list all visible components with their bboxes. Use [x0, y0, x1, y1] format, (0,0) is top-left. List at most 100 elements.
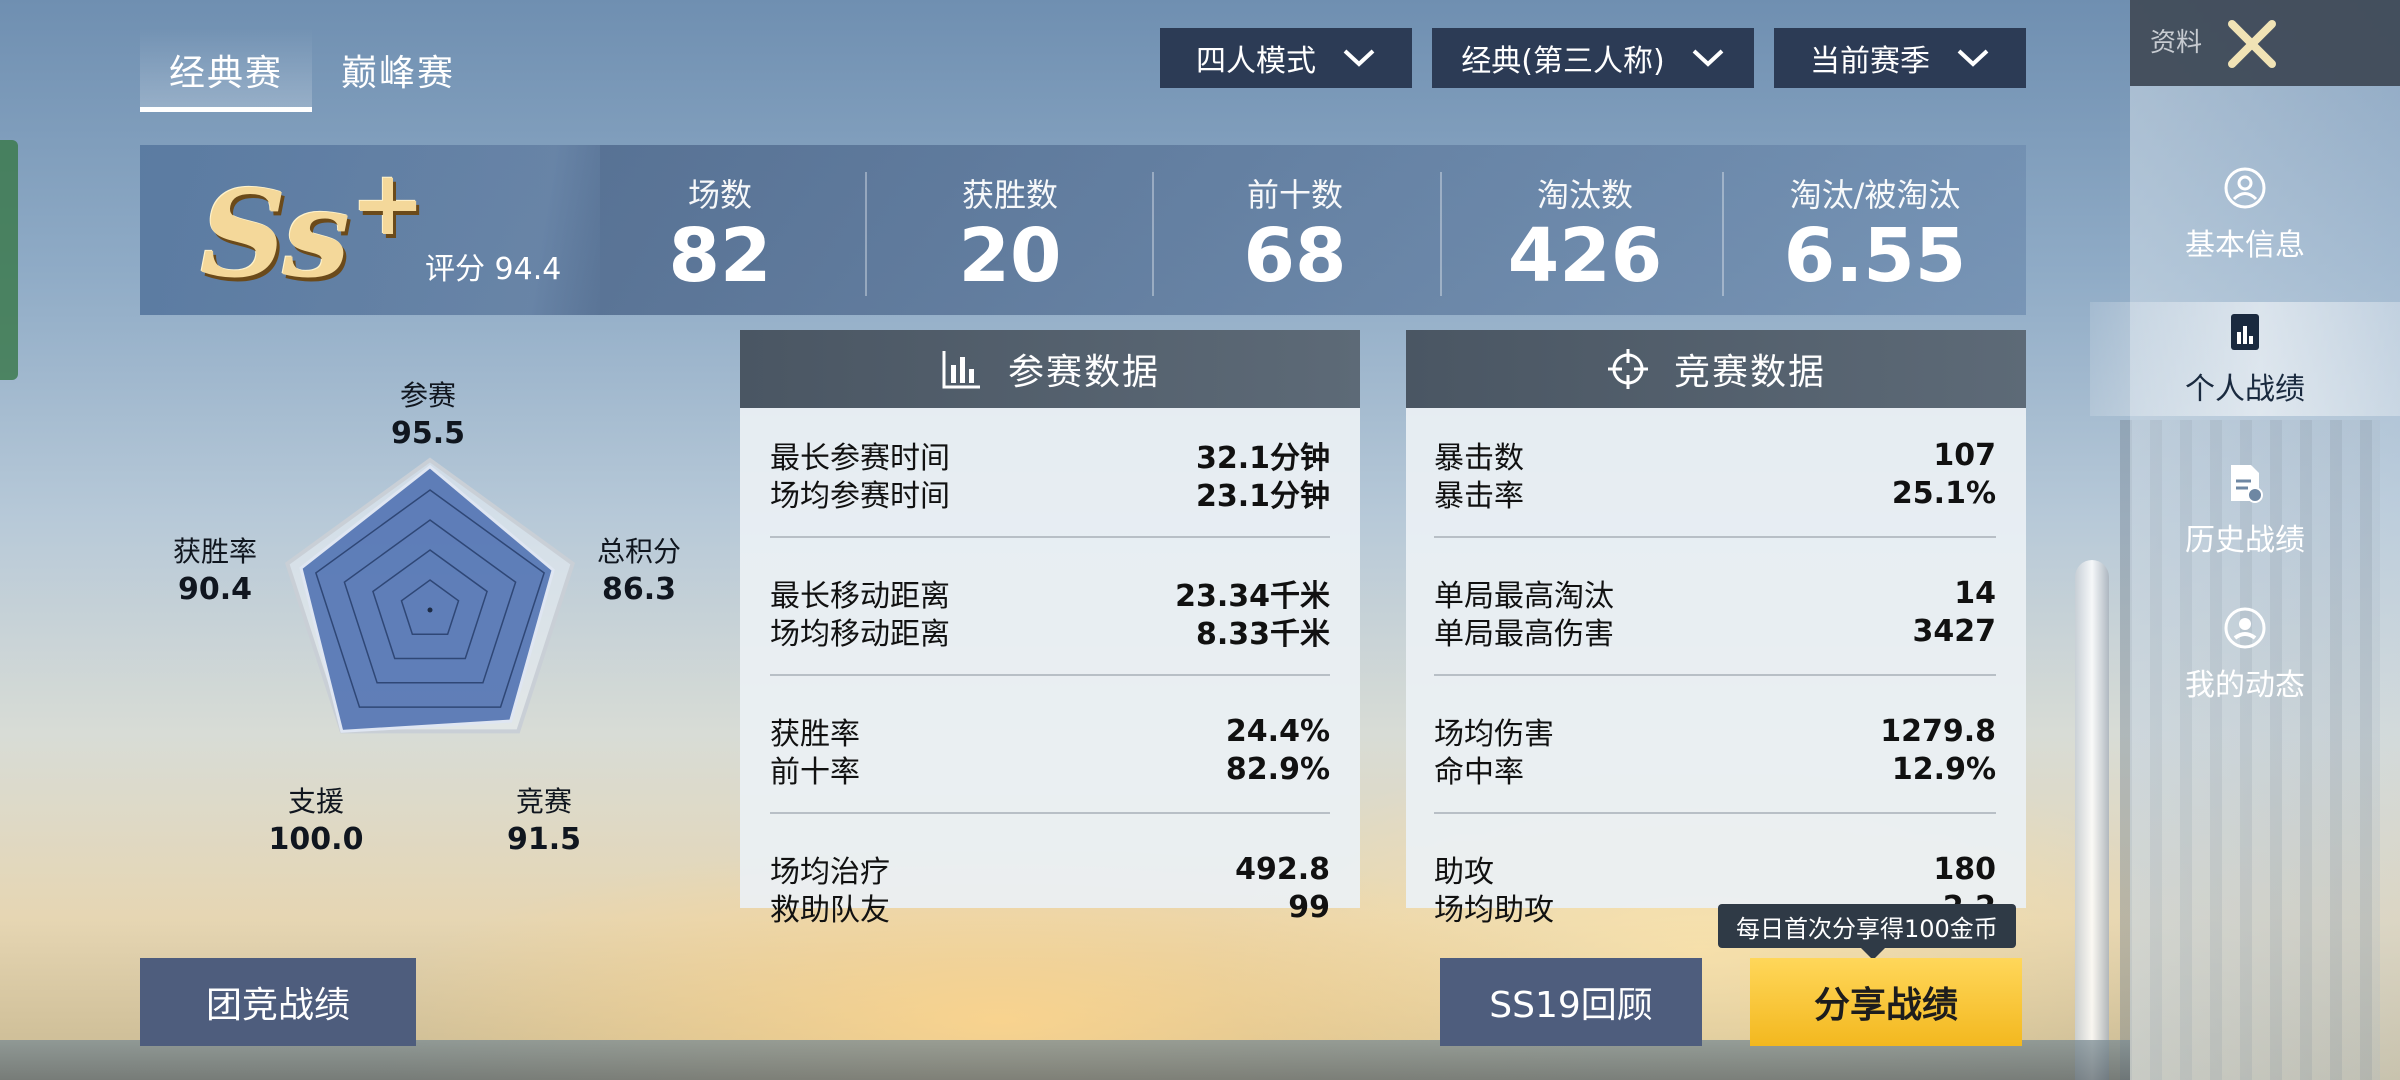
stat-label: 前十数 [1246, 176, 1343, 214]
team-stats-label: 团竞战绩 [205, 985, 350, 1026]
data-row: 单局最高淘汰 14 [1434, 574, 1996, 615]
side-item-activity[interactable]: 我的动态 [2090, 600, 2400, 710]
stat-value: 6.55 [1783, 213, 1967, 299]
participation-title: 参赛数据 [1007, 352, 1160, 393]
tab-peak[interactable]: 巅峰赛 [312, 28, 484, 112]
team-stats-button[interactable]: 团竞战绩 [140, 958, 416, 1046]
perspective-dropdown[interactable]: 经典(第三人称) [1432, 28, 1754, 88]
side-item-label: 基本信息 [2185, 228, 2305, 263]
row-label: 前十率 [770, 755, 860, 790]
data-row: 救助队友 99 [770, 888, 1330, 929]
data-row: 获胜率 24.4% [770, 712, 1330, 753]
row-divider [770, 812, 1330, 814]
radar-axis-name: 参赛 [399, 379, 456, 412]
activity-icon [2224, 607, 2266, 649]
row-label: 场均移动距离 [770, 617, 950, 652]
close-icon[interactable] [2222, 14, 2282, 74]
row-divider [770, 674, 1330, 676]
mode-dropdown-value: 四人模式 [1196, 44, 1316, 79]
rank-tier: Ss [200, 164, 350, 305]
side-item-personal-stats[interactable]: 个人战绩 [2090, 302, 2400, 416]
stat-divider [1440, 172, 1442, 296]
radar-axis-value: 100.0 [268, 822, 364, 858]
row-value: 14 [1954, 575, 1996, 611]
radar-axis-value: 90.4 [177, 572, 253, 608]
row-label: 场均参赛时间 [770, 479, 950, 514]
radar-axis-name: 竞赛 [515, 785, 572, 818]
radar-axis-value: 95.5 [390, 416, 466, 452]
row-value: 23.1分钟 [1195, 479, 1330, 514]
share-reward-text: 每日首次分享得100金币 [1736, 914, 1998, 943]
chevron-down-icon [1343, 49, 1375, 67]
tab-classic-label: 经典赛 [168, 53, 283, 94]
side-item-history[interactable]: 历史战绩 [2090, 455, 2400, 565]
row-value: 8.33千米 [1195, 617, 1330, 652]
stat-eliminations: 淘汰数 426 [1490, 170, 1680, 300]
row-divider [770, 536, 1330, 538]
stat-divider [1152, 172, 1154, 296]
radar-value-polygon [299, 464, 555, 733]
data-row: 场均参赛时间 23.1分钟 [770, 474, 1330, 514]
radar-label-support: 支援 100.0 [266, 784, 366, 859]
data-row: 最长参赛时间 32.1分钟 [770, 436, 1330, 476]
tab-classic[interactable]: 经典赛 [140, 28, 312, 112]
side-panel-title: 资料 [2150, 28, 2203, 58]
share-stats-button[interactable]: 分享战绩 [1750, 958, 2022, 1046]
row-value: 24.4% [1225, 713, 1330, 749]
data-row: 暴击率 25.1% [1434, 474, 1996, 515]
stat-value: 68 [1243, 213, 1347, 299]
stats-doc-icon [2231, 314, 2259, 350]
row-value: 492.8 [1235, 851, 1330, 887]
radar-label-win-rate: 获胜率 90.4 [160, 534, 270, 609]
side-item-basic-info[interactable]: 基本信息 [2090, 160, 2400, 270]
row-value: 82.9% [1225, 751, 1330, 787]
perspective-dropdown-value: 经典(第三人称) [1461, 44, 1665, 79]
stat-wins: 获胜数 20 [920, 170, 1100, 300]
side-item-label: 个人战绩 [2185, 372, 2305, 407]
data-row: 前十率 82.9% [770, 750, 1330, 791]
share-reward-tooltip: 每日首次分享得100金币 [1718, 904, 2016, 960]
data-row: 单局最高伤害 3427 [1434, 612, 1997, 653]
stat-label: 淘汰/被淘汰 [1789, 176, 1961, 214]
radar-axis-name: 支援 [287, 785, 344, 818]
stat-value: 20 [958, 213, 1062, 299]
rank-score: 评分 94.4 [425, 252, 562, 287]
row-label: 暴击率 [1434, 479, 1524, 514]
combat-title: 竞赛数据 [1673, 352, 1826, 393]
data-row: 场均伤害 1279.8 [1434, 712, 1996, 753]
row-value: 3427 [1912, 613, 1997, 649]
radar-axis-value: 91.5 [506, 822, 582, 858]
row-label: 命中率 [1434, 755, 1524, 790]
chevron-down-icon [1692, 49, 1724, 67]
season-dropdown[interactable]: 当前赛季 [1774, 28, 2026, 88]
data-row: 场均移动距离 8.33千米 [770, 612, 1330, 652]
combat-rows: 暴击数 107 暴击率 25.1% 单局最高淘汰 14 单局最高伤害 3427 场均伤害… [1434, 436, 1997, 928]
stat-top10: 前十数 68 [1215, 170, 1375, 300]
rank-plus: + [350, 150, 425, 256]
row-divider [1434, 536, 1996, 538]
mode-dropdown[interactable]: 四人模式 [1160, 28, 1412, 88]
participation-rows: 最长参赛时间 32.1分钟 场均参赛时间 23.1分钟 最长移动距离 23.34千米 … [770, 436, 1330, 929]
radar-label-participation: 参赛 95.5 [378, 378, 478, 453]
data-row: 暴击数 107 [1434, 436, 1996, 477]
row-value: 25.1% [1891, 475, 1996, 511]
rank-tier-badge: Ss+ [200, 150, 426, 305]
participation-panel-header: 参赛数据 [740, 330, 1360, 408]
radar-label-competition: 竞赛 91.5 [494, 784, 594, 859]
season-review-button[interactable]: SS19回顾 [1440, 958, 1702, 1046]
season-review-label: SS19回顾 [1489, 985, 1653, 1026]
data-row: 命中率 12.9% [1434, 750, 1996, 791]
stat-label: 场数 [687, 176, 752, 214]
row-value: 180 [1933, 851, 1996, 887]
season-dropdown-value: 当前赛季 [1810, 44, 1930, 79]
bar-chart-icon [942, 351, 980, 389]
radar-chart [284, 457, 576, 734]
row-label: 救助队友 [770, 893, 890, 928]
stat-divider [865, 172, 867, 296]
left-edge-tab [0, 140, 18, 380]
crosshair-icon [1607, 349, 1648, 389]
data-row: 最长移动距离 23.34千米 [770, 574, 1330, 614]
radar-axis-name: 获胜率 [172, 535, 257, 568]
stat-value: 426 [1507, 213, 1663, 299]
stat-kd: 淘汰/被淘汰 6.55 [1760, 170, 1990, 300]
